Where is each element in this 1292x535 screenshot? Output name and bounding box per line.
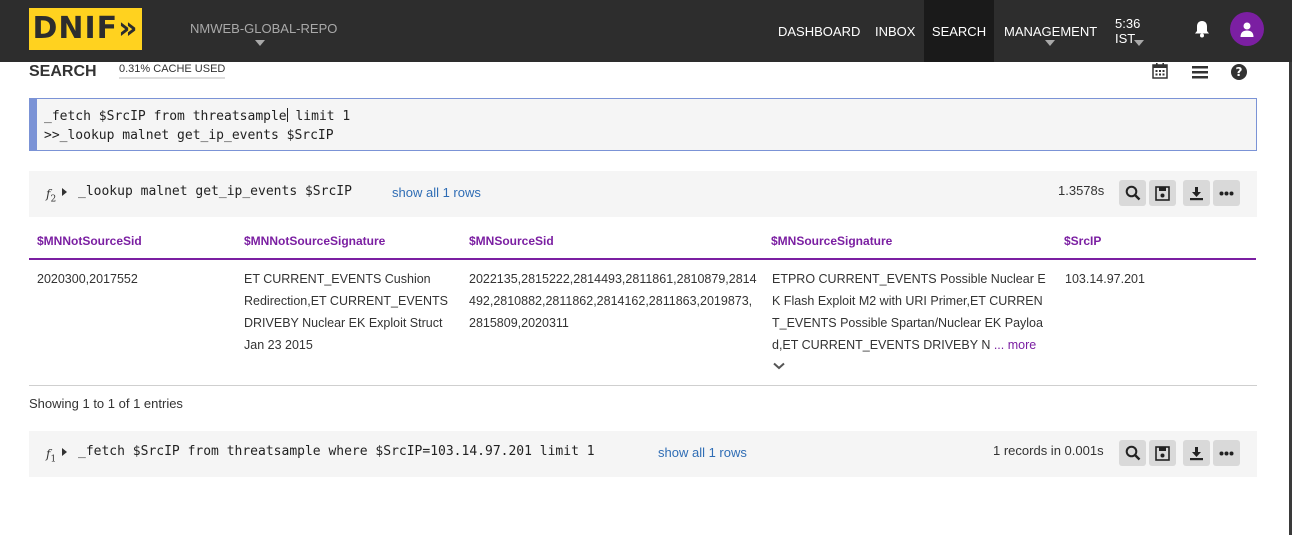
expand-triangle-icon[interactable] xyxy=(62,448,67,456)
query-line-2: >>_lookup malnet get_ip_events $SrcIP xyxy=(44,128,334,143)
function-index: 2 xyxy=(50,194,57,205)
column-header-mnsourcesignature[interactable]: $MNSourceSignature xyxy=(771,234,892,248)
query-timing: 1 records in 0.001s xyxy=(993,443,1104,458)
cell-source-sid: 2022135,2815222,2814493,2811861,2810879,… xyxy=(469,272,757,330)
search-button[interactable] xyxy=(1119,180,1146,206)
query-timing: 1.3578s xyxy=(1058,183,1105,198)
cell-not-source-signature: ET CURRENT_EVENTS Cushion Redirection,ET… xyxy=(244,272,448,352)
page-title: SEARCH xyxy=(29,63,97,80)
save-icon xyxy=(1155,185,1170,201)
cell-source-signature: ETPRO CURRENT_EVENTS Possible Nuclear EK… xyxy=(772,268,1048,356)
nav-inbox[interactable]: INBOX xyxy=(875,0,915,62)
save-button[interactable] xyxy=(1149,180,1176,206)
result-panel-header-f2: f2 _lookup malnet get_ip_events $SrcIP s… xyxy=(29,171,1257,217)
svg-text:?: ? xyxy=(1236,65,1243,79)
query-editor[interactable]: _fetch $SrcIP from threatsample limit 1 … xyxy=(29,98,1257,151)
chevron-down-icon[interactable] xyxy=(773,362,785,370)
more-options-button[interactable] xyxy=(1213,180,1240,206)
chevron-down-icon xyxy=(1045,40,1055,46)
calendar-icon[interactable] xyxy=(1151,62,1169,80)
download-button[interactable] xyxy=(1183,440,1210,466)
result-panel-header-f1: f1 _fetch $SrcIP from threatsample where… xyxy=(29,431,1257,477)
more-icon xyxy=(1219,451,1234,455)
function-label: f2 xyxy=(46,187,56,204)
panel-query: _lookup malnet get_ip_events $SrcIP xyxy=(78,184,352,199)
table-bottom-divider xyxy=(29,385,1257,386)
save-button[interactable] xyxy=(1149,440,1176,466)
search-button[interactable] xyxy=(1119,440,1146,466)
save-icon xyxy=(1155,445,1170,461)
function-label: f1 xyxy=(46,447,56,464)
search-icon xyxy=(1125,185,1140,201)
show-all-rows-link[interactable]: show all 1 rows xyxy=(658,445,747,460)
column-header-mnnotsourcesid[interactable]: $MNNotSourceSid xyxy=(37,234,142,248)
chevron-down-icon xyxy=(1134,40,1144,46)
function-index: 1 xyxy=(50,454,57,465)
panel-query: _fetch $SrcIP from threatsample where $S… xyxy=(78,444,595,459)
more-options-button[interactable] xyxy=(1213,440,1240,466)
repo-selector[interactable]: NMWEB-GLOBAL-REPO xyxy=(190,21,337,36)
query-line-1-text: _fetch $SrcIP from threatsample xyxy=(44,109,287,124)
download-button[interactable] xyxy=(1183,180,1210,206)
column-header-srcip[interactable]: $SrcIP xyxy=(1064,234,1101,248)
dnif-logo[interactable]: DNIF» xyxy=(29,8,142,50)
table-header-divider xyxy=(29,258,1256,260)
list-icon[interactable] xyxy=(1191,63,1209,81)
column-header-mnnotsourcesignature[interactable]: $MNNotSourceSignature xyxy=(244,234,385,248)
help-icon[interactable]: ? xyxy=(1230,63,1248,81)
expand-triangle-icon[interactable] xyxy=(62,188,67,196)
top-navigation-bar: DNIF» NMWEB-GLOBAL-REPO DASHBOARD INBOX … xyxy=(0,0,1292,62)
download-icon xyxy=(1190,186,1203,200)
query-line-1-rest: limit 1 xyxy=(287,109,351,124)
column-header-mnsourcesid[interactable]: $MNSourceSid xyxy=(469,234,554,248)
cache-usage-badge: 0.31% CACHE USED xyxy=(119,63,226,79)
table-entries-info: Showing 1 to 1 of 1 entries xyxy=(29,396,183,411)
cell-not-source-sid: 2020300,2017552 xyxy=(37,272,138,286)
more-icon xyxy=(1219,191,1234,195)
nav-management-label: MANAGEMENT xyxy=(1004,23,1098,39)
nav-dashboard[interactable]: DASHBOARD xyxy=(778,0,860,62)
nav-timezone[interactable]: 5:36 IST xyxy=(1115,0,1163,62)
query-line-1: _fetch $SrcIP from threatsample limit 1 xyxy=(44,107,1256,126)
user-icon xyxy=(1240,22,1254,37)
show-more-link[interactable]: ... more xyxy=(994,338,1036,352)
download-icon xyxy=(1190,446,1203,460)
search-icon xyxy=(1125,445,1140,461)
nav-management[interactable]: MANAGEMENT xyxy=(1004,0,1098,62)
chevron-down-icon[interactable] xyxy=(255,40,265,46)
bell-icon[interactable] xyxy=(1194,20,1210,38)
show-all-rows-link[interactable]: show all 1 rows xyxy=(392,185,481,200)
nav-search[interactable]: SEARCH xyxy=(924,0,994,62)
cell-src-ip: 103.14.97.201 xyxy=(1065,272,1145,286)
user-avatar[interactable] xyxy=(1230,12,1264,46)
